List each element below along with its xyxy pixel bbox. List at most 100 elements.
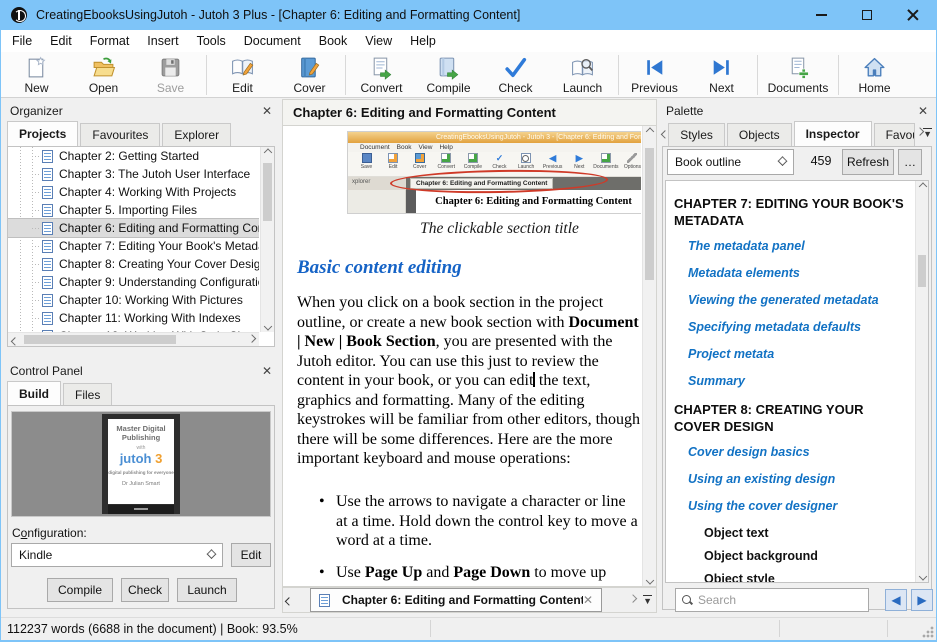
outline-link[interactable]: Using the cover designer	[666, 499, 914, 513]
palette-close-button[interactable]: ✕	[918, 105, 928, 117]
scrollbar-thumb[interactable]	[24, 335, 176, 344]
new-button[interactable]: New	[3, 54, 70, 96]
menu-item-book[interactable]: Book	[310, 31, 357, 51]
scrollbar-thumb[interactable]	[918, 255, 926, 287]
search-previous-button[interactable]: ◀	[885, 589, 907, 611]
tree-item[interactable]: Chapter 7: Editing Your Book's Metadata	[8, 237, 259, 255]
outline-link[interactable]: Project metata	[666, 347, 914, 361]
embedded-screenshot-image[interactable]: CreatingEbooksUsingJutoh - Jutoh 3 - [Ch…	[347, 131, 641, 214]
launch-panel-button[interactable]: Launch	[177, 578, 237, 602]
search-next-button[interactable]: ▶	[911, 589, 933, 611]
tab-files[interactable]: Files	[63, 383, 112, 406]
tree-item[interactable]: Chapter 11: Working With Indexes	[8, 309, 259, 327]
outline-link[interactable]: Summary	[666, 374, 914, 388]
menu-item-edit[interactable]: Edit	[41, 31, 81, 51]
outline-link[interactable]: Using an existing design	[666, 472, 914, 486]
scroll-up-icon[interactable]	[916, 181, 929, 195]
menu-item-view[interactable]: View	[356, 31, 401, 51]
palette-vertical-scrollbar[interactable]	[915, 181, 928, 582]
document-editor[interactable]: CreatingEbooksUsingJutoh - Jutoh 3 - [Ch…	[282, 126, 657, 587]
edit-button[interactable]: Edit	[209, 54, 276, 96]
control-panel-close-button[interactable]: ✕	[262, 365, 272, 377]
outline-chapter[interactable]: CHAPTER 7: EDITING YOUR BOOK'S METADATA	[666, 195, 914, 229]
project-outline-tree[interactable]: Chapter 2: Getting Started Chapter 3: Th…	[7, 146, 275, 347]
outline-link[interactable]: Cover design basics	[666, 445, 914, 459]
configuration-select[interactable]: Kindle	[11, 543, 223, 567]
tree-item[interactable]: Chapter 2: Getting Started	[8, 147, 259, 165]
outline-subitem[interactable]: Object style	[666, 572, 914, 582]
maximize-button[interactable]	[844, 0, 890, 30]
tree-item[interactable]: Chapter 8: Creating Your Cover Design	[8, 255, 259, 273]
scroll-down-icon[interactable]	[261, 318, 275, 332]
resize-grip[interactable]	[922, 626, 934, 638]
launch-button[interactable]: Launch	[549, 54, 616, 96]
tab-explorer[interactable]: Explorer	[162, 123, 231, 146]
scroll-up-icon[interactable]	[643, 126, 657, 140]
tree-horizontal-scrollbar[interactable]	[8, 332, 259, 346]
scroll-up-icon[interactable]	[261, 147, 275, 161]
cover-button[interactable]: Cover	[276, 54, 343, 96]
search-box[interactable]	[675, 588, 869, 612]
refresh-button[interactable]: Refresh	[842, 149, 894, 175]
document-tab-active[interactable]: Chapter 6: Editing and Formatting Conten…	[310, 588, 602, 612]
book-outline-list[interactable]: CHAPTER 7: EDITING YOUR BOOK'S METADATA …	[665, 180, 929, 583]
tab-build[interactable]: Build	[7, 381, 61, 406]
scrollbar-thumb[interactable]	[263, 163, 272, 221]
more-options-button[interactable]: …	[898, 149, 922, 175]
palette-tab-list-icon[interactable]: ▼	[923, 128, 932, 139]
tree-item[interactable]: Chapter 9: Understanding Configurations	[8, 273, 259, 291]
tab-projects[interactable]: Projects	[7, 121, 78, 146]
compile-button[interactable]: Compile	[415, 54, 482, 96]
convert-button[interactable]: Convert	[348, 54, 415, 96]
menu-item-tools[interactable]: Tools	[188, 31, 235, 51]
tree-item[interactable]: Chapter 4: Working With Projects	[8, 183, 259, 201]
outline-link[interactable]: Viewing the generated metadata	[666, 293, 914, 307]
tab-scroll-left-icon[interactable]	[283, 597, 295, 603]
tree-item[interactable]: Chapter 5. Importing Files	[8, 201, 259, 219]
tab-objects[interactable]: Objects	[727, 123, 792, 146]
menu-item-insert[interactable]: Insert	[138, 31, 187, 51]
open-button[interactable]: Open	[70, 54, 137, 96]
check-button[interactable]: Check	[482, 54, 549, 96]
previous-button[interactable]: Previous	[621, 54, 688, 96]
configuration-edit-button[interactable]: Edit	[231, 543, 271, 567]
organizer-close-button[interactable]: ✕	[262, 105, 272, 117]
check-panel-button[interactable]: Check	[121, 578, 169, 602]
home-button[interactable]: Home	[841, 54, 908, 96]
tab-inspector[interactable]: Inspector	[794, 121, 872, 146]
scroll-down-icon[interactable]	[916, 568, 929, 582]
next-button[interactable]: Next	[688, 54, 755, 96]
tab-close-button[interactable]: ✕	[583, 593, 593, 607]
outline-chapter[interactable]: CHAPTER 8: CREATING YOUR COVER DESIGN	[666, 401, 914, 435]
outline-subitem[interactable]: Object text	[666, 526, 914, 540]
tab-favourites-clipped[interactable]: Favou	[874, 123, 915, 146]
title-bar[interactable]: CreatingEbooksUsingJutoh - Jutoh 3 Plus …	[1, 0, 936, 30]
menu-item-file[interactable]: File	[3, 31, 41, 51]
tree-item[interactable]: Chapter 10: Working With Pictures	[8, 291, 259, 309]
tab-styles[interactable]: Styles	[668, 123, 725, 146]
close-button[interactable]	[890, 0, 936, 30]
book-cover-thumbnail[interactable]: Master Digital Publishing with jutoh 3 d…	[102, 414, 180, 514]
tree-item-selected[interactable]: Chapter 6: Editing and Formatting Conten…	[8, 219, 259, 237]
scrollbar-thumb[interactable]	[645, 148, 654, 280]
outline-subitem[interactable]: Object background	[666, 549, 914, 563]
tree-item[interactable]: Chapter 3: The Jutoh User Interface	[8, 165, 259, 183]
scroll-down-icon[interactable]	[643, 572, 657, 586]
compile-panel-button[interactable]: Compile	[47, 578, 113, 602]
editor-vertical-scrollbar[interactable]	[642, 126, 656, 586]
menu-item-help[interactable]: Help	[401, 31, 445, 51]
save-button[interactable]: Save	[137, 54, 204, 96]
tab-scroll-right-icon[interactable]	[627, 597, 639, 603]
menu-item-document[interactable]: Document	[235, 31, 310, 51]
scroll-left-icon[interactable]	[8, 333, 22, 347]
search-input[interactable]	[698, 593, 862, 607]
tab-list-icon[interactable]: ▼	[643, 595, 652, 606]
scroll-right-icon[interactable]	[245, 333, 259, 347]
inspector-mode-select[interactable]: Book outline	[667, 149, 794, 175]
outline-link[interactable]: Metadata elements	[666, 266, 914, 280]
tab-favourites[interactable]: Favourites	[80, 123, 160, 146]
outline-link[interactable]: Specifying metadata defaults	[666, 320, 914, 334]
outline-link[interactable]: The metadata panel	[666, 239, 914, 253]
menu-item-format[interactable]: Format	[81, 31, 139, 51]
minimize-button[interactable]	[798, 0, 844, 30]
